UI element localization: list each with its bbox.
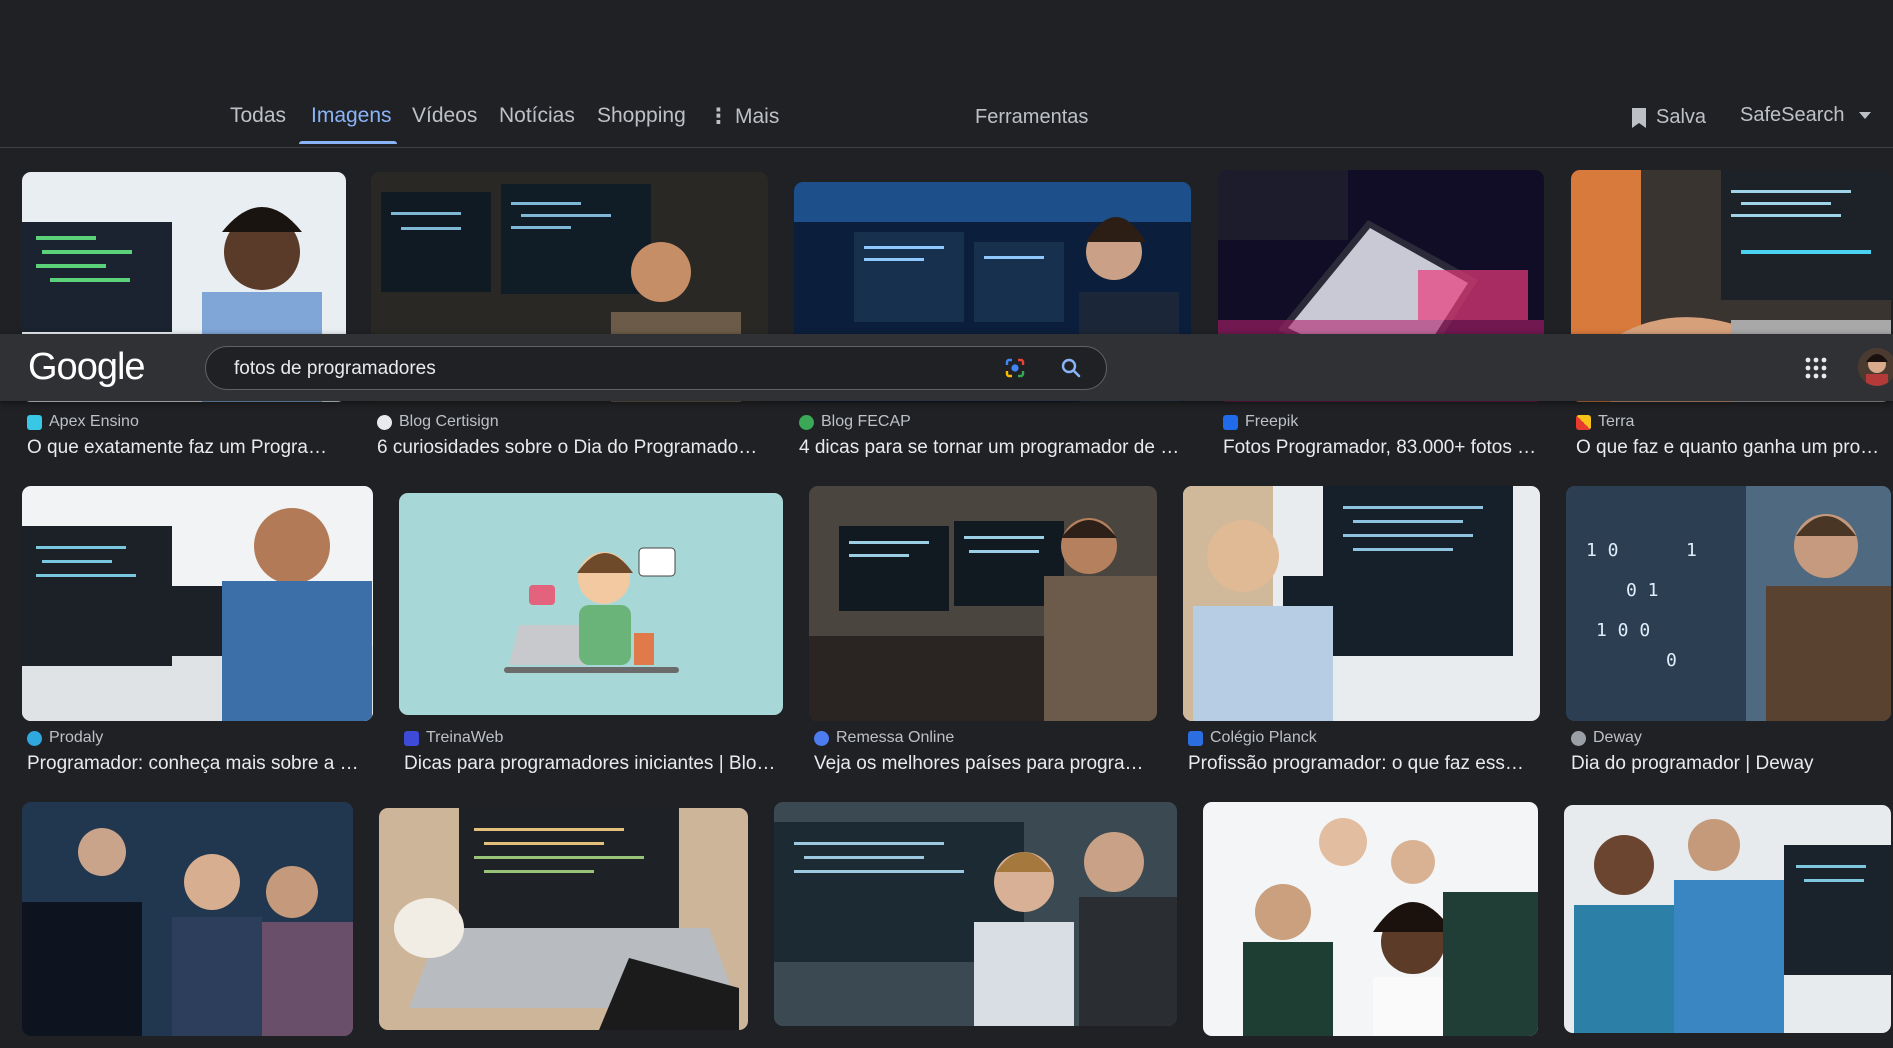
- source-label: Terra: [1598, 413, 1635, 430]
- result-image[interactable]: [1183, 486, 1540, 721]
- site-favicon-icon: [27, 414, 42, 430]
- team-photo: [22, 802, 353, 1036]
- search-input[interactable]: [232, 347, 976, 391]
- saved-button[interactable]: Salva: [1630, 106, 1706, 129]
- result-source[interactable]: Colégio Planck: [1188, 729, 1317, 747]
- result-source[interactable]: Remessa Online: [814, 729, 954, 747]
- result-title[interactable]: Fotos Programador, 83.000+ fotos d...: [1223, 437, 1543, 459]
- programmer-photo: 1 0 0 1 1 0 0 0 1: [1566, 486, 1891, 721]
- programmer-photo: [809, 486, 1157, 721]
- programmers-photo: [1564, 805, 1891, 1033]
- profile-avatar-icon: [1858, 348, 1893, 386]
- programmer-photo: [22, 486, 373, 721]
- search-tabs-bar: Todas Imagens Vídeos Notícias Shopping ⋮…: [0, 0, 1893, 148]
- site-favicon-icon: [1576, 414, 1591, 430]
- tab-images[interactable]: Imagens: [311, 104, 392, 128]
- tab-more[interactable]: ⋮ Mais: [708, 104, 779, 129]
- result-source[interactable]: TreinaWeb: [404, 729, 503, 747]
- saved-label: Salva: [1656, 106, 1707, 128]
- google-logo[interactable]: Google: [28, 346, 146, 389]
- result-source[interactable]: Apex Ensino: [27, 413, 139, 431]
- site-favicon-icon: [1188, 730, 1203, 746]
- search-header: Google: [0, 334, 1893, 401]
- tab-news[interactable]: Notícias: [499, 104, 575, 128]
- svg-text:0: 0: [1666, 650, 1677, 671]
- tab-videos[interactable]: Vídeos: [412, 104, 477, 128]
- result-source[interactable]: Blog Certisign: [377, 413, 499, 431]
- site-favicon-icon: [404, 730, 419, 746]
- site-favicon-icon: [1223, 414, 1238, 430]
- source-label: TreinaWeb: [426, 729, 504, 746]
- safesearch-dropdown[interactable]: SafeSearch: [1740, 104, 1871, 127]
- source-label: Apex Ensino: [49, 413, 139, 430]
- result-title[interactable]: O que exatamente faz um Program...: [27, 437, 337, 459]
- tab-all[interactable]: Todas: [230, 104, 286, 128]
- result-image[interactable]: [379, 808, 748, 1030]
- site-favicon-icon: [814, 730, 829, 746]
- svg-text:1 0: 1 0: [1586, 540, 1619, 561]
- result-image[interactable]: [774, 802, 1177, 1026]
- bookmark-icon: [1632, 107, 1646, 128]
- source-label: Colégio Planck: [1210, 729, 1317, 746]
- source-label: Prodaly: [49, 729, 104, 746]
- result-title[interactable]: Veja os melhores países para program...: [814, 753, 1154, 775]
- result-source[interactable]: Terra: [1576, 413, 1634, 431]
- team-photo: [1203, 802, 1538, 1036]
- svg-text:1: 1: [1686, 540, 1697, 561]
- result-image[interactable]: [809, 486, 1157, 721]
- source-label: Blog Certisign: [399, 413, 499, 430]
- active-tab-indicator: [299, 141, 397, 144]
- source-label: Freepik: [1245, 413, 1299, 430]
- apps-grid-icon[interactable]: [1804, 356, 1828, 380]
- search-icon[interactable]: [1059, 356, 1083, 380]
- svg-text:1 0 0: 1 0 0: [1596, 620, 1650, 641]
- site-favicon-icon: [1571, 730, 1586, 746]
- programmers-photo: [774, 802, 1177, 1026]
- site-favicon-icon: [377, 414, 392, 430]
- result-source[interactable]: Prodaly: [27, 729, 103, 747]
- result-source[interactable]: Freepik: [1223, 413, 1298, 431]
- search-box[interactable]: [205, 346, 1107, 391]
- result-image[interactable]: [1203, 802, 1538, 1036]
- result-title[interactable]: Profissão programador: o que faz esse ..…: [1188, 753, 1533, 775]
- site-favicon-icon: [799, 414, 814, 430]
- safesearch-label: SafeSearch: [1740, 104, 1845, 126]
- programmer-photo: [1183, 486, 1540, 721]
- svg-text:0 1: 0 1: [1626, 580, 1659, 601]
- result-title[interactable]: Dicas para programadores iniciantes | Bl…: [404, 753, 779, 775]
- more-vert-icon: ⋮: [708, 105, 729, 128]
- result-title[interactable]: Dia do programador | Deway: [1571, 753, 1881, 775]
- result-source[interactable]: Deway: [1571, 729, 1642, 747]
- illustration-programmer: [399, 493, 783, 715]
- result-title[interactable]: 4 dicas para se tornar um programador de…: [799, 437, 1185, 459]
- result-image[interactable]: [1564, 805, 1891, 1033]
- tab-shopping[interactable]: Shopping: [597, 104, 686, 128]
- source-label: Deway: [1593, 729, 1642, 746]
- result-image[interactable]: [22, 802, 353, 1036]
- avatar[interactable]: [1858, 348, 1893, 386]
- google-lens-icon[interactable]: [1003, 356, 1027, 380]
- result-title[interactable]: Programador: conheça mais sobre a pr...: [27, 753, 367, 775]
- result-image[interactable]: [399, 493, 783, 715]
- source-label: Blog FECAP: [821, 413, 911, 430]
- site-favicon-icon: [27, 730, 42, 746]
- result-title[interactable]: 6 curiosidades sobre o Dia do Programado…: [377, 437, 763, 459]
- result-image[interactable]: 1 0 0 1 1 0 0 0 1: [1566, 486, 1891, 721]
- result-source[interactable]: Blog FECAP: [799, 413, 911, 431]
- tab-more-label: Mais: [735, 105, 780, 128]
- tools-button[interactable]: Ferramentas: [975, 106, 1088, 129]
- source-label: Remessa Online: [836, 729, 955, 746]
- result-title[interactable]: O que faz e quanto ganha um progr...: [1576, 437, 1886, 459]
- result-image[interactable]: [22, 486, 373, 721]
- chevron-down-icon: [1858, 111, 1871, 119]
- laptop-photo: [379, 808, 748, 1030]
